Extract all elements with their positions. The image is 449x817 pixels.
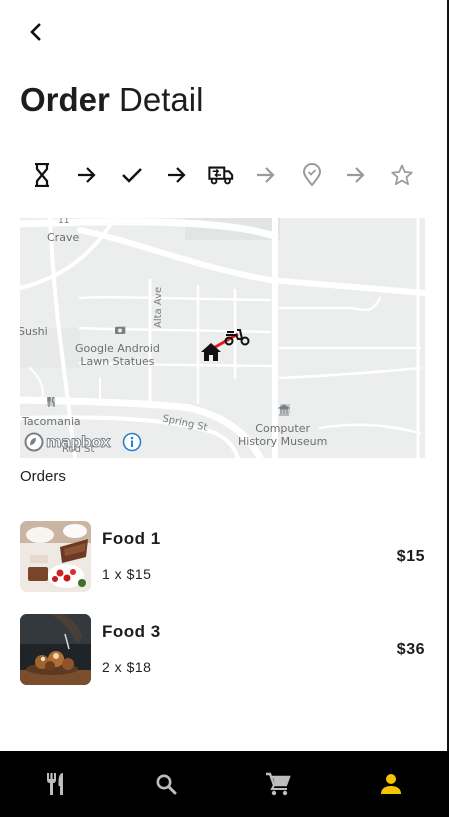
arrow-right-icon [253,162,279,188]
check-icon [119,162,145,188]
food-image [20,614,91,685]
scooter-icon [224,329,250,346]
map-label-sushi: Sushi [20,325,48,338]
item-name: Food 1 [102,529,161,548]
arrow-right-icon [164,162,190,188]
chevron-left-icon [30,23,41,41]
map-label-road-number: 11 [58,218,70,226]
food-image [20,521,91,592]
bottom-navigation [0,751,449,817]
order-item[interactable]: Food 1 1 x $15 $15 [20,521,425,593]
page-title-bold: Order [20,81,110,118]
map-label-tacomania: Tacomania [22,415,81,428]
order-detail-screen: Order Detail Crave 11 Sushi Google Andro… [0,0,449,817]
delivery-map[interactable]: Crave 11 Sushi Google Android Lawn Statue… [20,218,425,458]
search-icon [156,774,177,795]
cart-icon [266,772,291,796]
map-label-crave: Crave [47,231,80,244]
orders-section-label: Orders [20,468,66,485]
order-item[interactable]: Food 3 2 x $18 $36 [20,614,425,686]
page-title-light: Detail [119,81,204,118]
page-title: Order Detail [20,80,203,120]
map-label-google-android: Google Android Lawn Statues [75,342,160,368]
star-icon [389,162,415,188]
restaurant-poi-icon [47,396,55,407]
hourglass-icon [29,162,55,188]
item-quantity: 1 x $15 [102,566,152,582]
person-icon [381,774,401,794]
map-info-icon[interactable] [122,432,142,452]
map-label-alta-ave: Alta Ave [153,286,164,328]
nav-cart[interactable] [222,751,334,817]
arrow-right-icon [74,162,100,188]
mapbox-attribution[interactable]: mapbox [24,431,111,453]
delivery-truck-icon [208,162,234,188]
nav-profile[interactable] [335,751,447,817]
nav-search[interactable] [110,751,222,817]
nav-restaurants[interactable] [0,751,112,817]
mapbox-wordmark: mapbox [45,433,111,452]
item-quantity: 2 x $18 [102,659,152,675]
arrow-right-icon [343,162,369,188]
map-label-computer-history-museum: Computer History Museum [238,422,328,448]
museum-poi-icon [278,404,290,416]
item-name: Food 3 [102,622,161,641]
location-check-icon [299,162,325,188]
camera-poi-icon [115,327,125,334]
item-price: $36 [396,641,425,658]
back-button[interactable] [22,18,48,46]
restaurant-icon [47,773,63,795]
item-price: $15 [396,548,425,565]
home-icon [201,343,221,361]
mapbox-logo-icon [24,432,44,452]
order-status-tracker [20,158,424,192]
